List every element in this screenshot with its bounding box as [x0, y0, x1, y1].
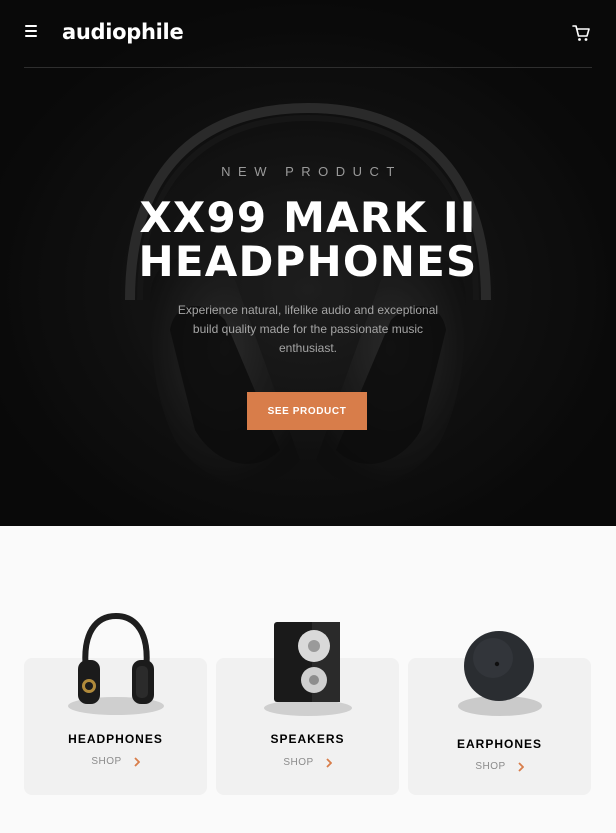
category-name: EARPHONES [456, 737, 542, 751]
shopping-cart-icon[interactable] [570, 22, 592, 44]
chevron-right-icon [518, 761, 524, 772]
chevron-right-icon [326, 757, 332, 768]
category-shop-link[interactable]: SHOP [24, 756, 207, 767]
hero-overline: NEW PRODUCT [221, 164, 402, 179]
earphones-case-image [458, 631, 542, 716]
headphones-product-image [68, 612, 164, 715]
hamburger-menu-icon[interactable] [24, 25, 40, 41]
hero-section: audiophile NEW PRODUCT XX99 MARK II HEAD… [0, 0, 616, 526]
shop-label: SHOP [91, 756, 122, 767]
speaker-product-image [264, 622, 352, 716]
category-card-speakers[interactable]: SPEAKERS SHOP [216, 622, 399, 795]
logo[interactable]: audiophile [62, 20, 184, 44]
category-shop-link[interactable]: SHOP [408, 761, 591, 772]
category-shop-link[interactable]: SHOP [216, 757, 399, 768]
category-card-headphones[interactable]: HEADPHONES SHOP [24, 612, 207, 795]
site-header: audiophile [24, 0, 592, 68]
shop-label: SHOP [475, 761, 506, 772]
chevron-right-icon [134, 756, 140, 767]
see-product-button[interactable]: SEE PRODUCT [247, 392, 367, 430]
category-name: HEADPHONES [68, 732, 163, 746]
category-name: SPEAKERS [270, 732, 345, 746]
hero-description: Experience natural, lifelike audio and e… [177, 303, 439, 355]
hero-title: XX99 MARK II HEADPHONES [0, 196, 616, 284]
category-card-earphones[interactable]: EARPHONES SHOP [408, 631, 591, 795]
shop-label: SHOP [283, 757, 314, 768]
hero-title-line1: XX99 MARK II [139, 193, 477, 242]
hero-title-line2: HEADPHONES [138, 237, 478, 286]
